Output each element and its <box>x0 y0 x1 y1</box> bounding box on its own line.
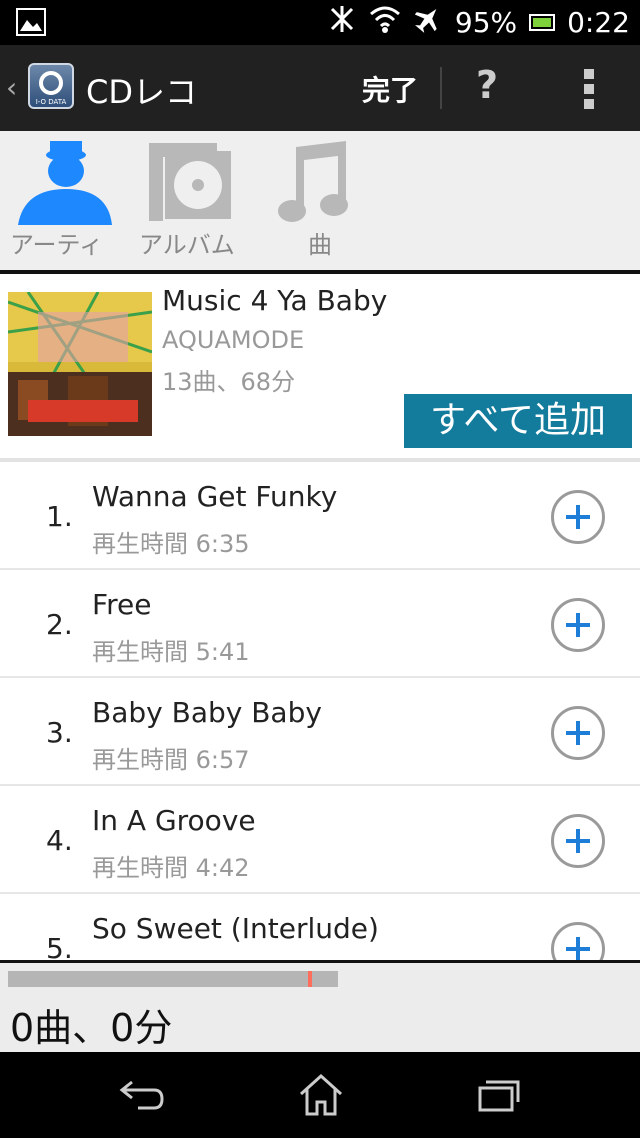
track-duration: 再生時間 5:41 <box>92 638 250 666</box>
status-bar: 95% 0:22 <box>0 0 640 45</box>
back-chevron-icon[interactable]: ‹ <box>6 71 17 104</box>
track-list[interactable]: 1. Wanna Get Funky 再生時間 6:35 2. Free 再生時… <box>0 462 640 960</box>
tab-song[interactable]: 曲 <box>270 131 370 270</box>
tab-album[interactable]: アルバム <box>135 131 255 270</box>
track-row[interactable]: 4. In A Groove 再生時間 4:42 <box>0 786 640 894</box>
add-track-icon[interactable] <box>551 922 605 960</box>
track-title: Wanna Get Funky <box>92 480 338 513</box>
image-notification-icon <box>16 8 46 36</box>
tab-artist-label: アーティ <box>10 231 104 259</box>
selection-footer: 0曲、0分 <box>0 963 640 1052</box>
wifi-icon <box>369 4 401 41</box>
capacity-progress-bar <box>8 971 338 987</box>
overflow-menu-icon[interactable] <box>584 69 596 109</box>
track-row[interactable]: 1. Wanna Get Funky 再生時間 6:35 <box>0 462 640 570</box>
tab-song-label: 曲 <box>308 231 332 259</box>
track-duration: 再生時間 6:57 <box>92 746 250 774</box>
back-icon[interactable] <box>118 1072 168 1118</box>
music-note-icon <box>276 141 356 231</box>
selection-summary: 0曲、0分 <box>10 1006 173 1050</box>
app-title: CDレコ <box>86 73 197 111</box>
track-number: 2. <box>46 608 73 641</box>
artist-icon <box>14 141 114 229</box>
album-cover <box>8 292 152 436</box>
track-title: Baby Baby Baby <box>92 696 322 729</box>
track-number: 4. <box>46 824 73 857</box>
battery-icon <box>529 14 556 31</box>
track-number: 3. <box>46 716 73 749</box>
track-row[interactable]: 5. So Sweet (Interlude) <box>0 894 640 960</box>
add-track-icon[interactable] <box>551 598 605 652</box>
track-title: Free <box>92 588 152 621</box>
battery-percent: 95% <box>454 6 518 39</box>
track-number: 1. <box>46 500 73 533</box>
disc-logo-icon <box>39 71 63 95</box>
done-button[interactable]: 完了 <box>362 69 418 109</box>
app-logo[interactable]: I-O DATA <box>28 63 74 109</box>
track-title: So Sweet (Interlude) <box>92 912 379 945</box>
logo-text: I-O DATA <box>35 98 67 106</box>
track-duration: 再生時間 6:35 <box>92 530 250 558</box>
add-all-button[interactable]: すべて追加 <box>404 394 632 448</box>
add-track-icon[interactable] <box>551 814 605 868</box>
track-duration: 再生時間 4:42 <box>92 854 250 882</box>
album-icon <box>147 141 233 225</box>
album-info: 13曲、68分 <box>162 368 296 396</box>
tab-artist[interactable]: アーティ <box>0 131 130 270</box>
clock: 0:22 <box>567 6 630 39</box>
airplane-mode-icon <box>413 4 443 41</box>
action-bar: ‹ I-O DATA CDレコ 完了 ? <box>0 45 640 131</box>
category-tabs: アーティ アルバム 曲 <box>0 131 640 274</box>
action-bar-divider <box>440 67 442 109</box>
help-button[interactable]: ? <box>476 63 498 107</box>
album-title: Music 4 Ya Baby <box>162 284 388 317</box>
navigation-bar <box>0 1052 640 1138</box>
status-icons: 95% 0:22 <box>327 0 630 45</box>
track-row[interactable]: 2. Free 再生時間 5:41 <box>0 570 640 678</box>
add-track-icon[interactable] <box>551 706 605 760</box>
album-header: Music 4 Ya Baby AQUAMODE 13曲、68分 すべて追加 <box>0 274 640 458</box>
tab-album-label: アルバム <box>139 231 235 259</box>
home-icon[interactable] <box>296 1072 346 1118</box>
recent-apps-icon[interactable] <box>474 1072 524 1118</box>
track-row[interactable]: 3. Baby Baby Baby 再生時間 6:57 <box>0 678 640 786</box>
nfc-icon <box>327 4 357 41</box>
album-artist: AQUAMODE <box>162 326 305 354</box>
track-number: 5. <box>46 932 73 960</box>
progress-marker <box>308 971 312 987</box>
track-title: In A Groove <box>92 804 256 837</box>
add-track-icon[interactable] <box>551 490 605 544</box>
